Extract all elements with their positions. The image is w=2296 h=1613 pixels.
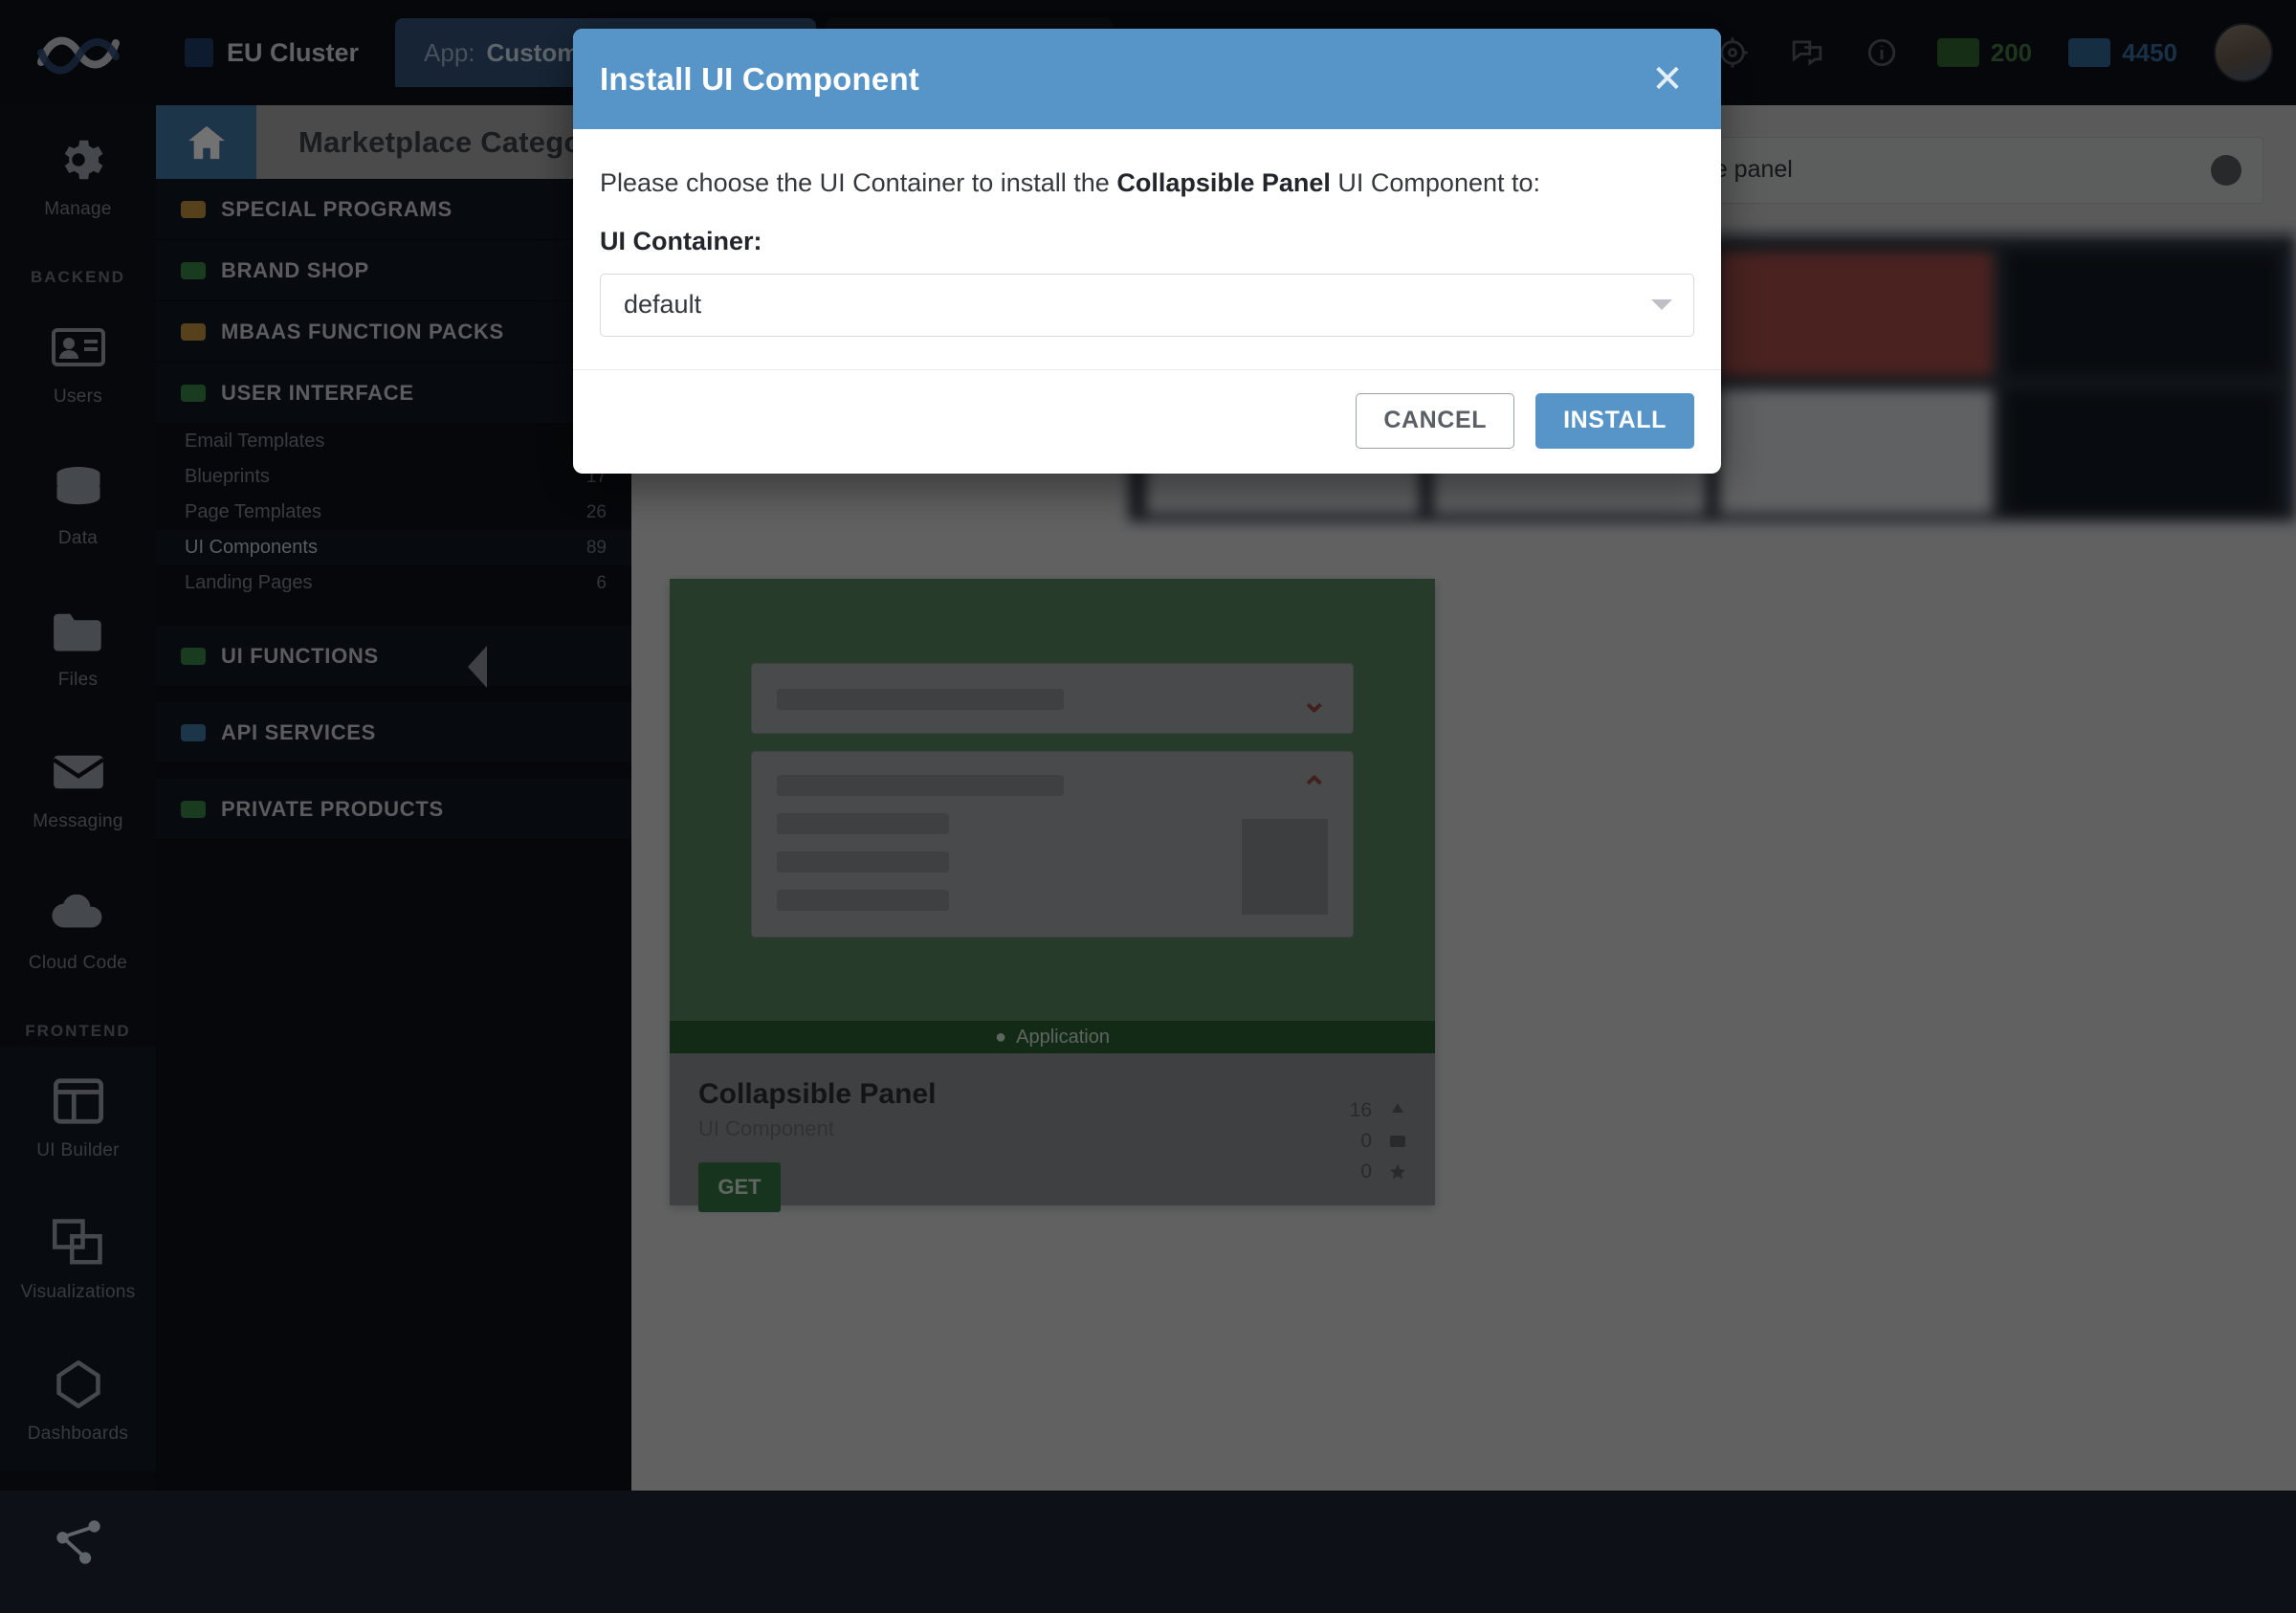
desc-before: Please choose the UI Container to instal…: [600, 168, 1116, 197]
ui-container-selected-value: default: [624, 290, 701, 320]
dialog-header: Install UI Component ✕: [573, 29, 1721, 129]
dialog-body: Please choose the UI Container to instal…: [573, 129, 1721, 369]
ui-container-label: UI Container:: [600, 227, 1694, 256]
share-icon: [51, 1514, 106, 1570]
desc-after: UI Component to:: [1331, 168, 1540, 197]
ui-container-select[interactable]: default: [600, 274, 1694, 337]
chevron-down-icon: [1651, 299, 1672, 310]
sidebar-item-share[interactable]: [0, 1471, 156, 1613]
dialog-title: Install UI Component: [600, 61, 919, 98]
dialog-description: Please choose the UI Container to instal…: [600, 166, 1694, 202]
desc-component-name: Collapsible Panel: [1116, 168, 1331, 197]
close-icon[interactable]: ✕: [1645, 56, 1690, 102]
install-button[interactable]: INSTALL: [1535, 393, 1694, 449]
cancel-button[interactable]: CANCEL: [1356, 393, 1514, 449]
install-ui-component-dialog: Install UI Component ✕ Please choose the…: [573, 29, 1721, 474]
dialog-footer: CANCEL INSTALL: [573, 369, 1721, 474]
